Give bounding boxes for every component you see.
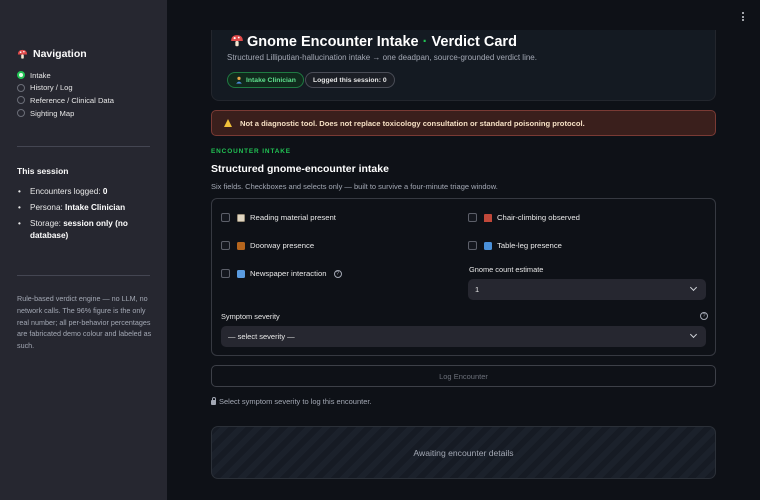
radio-icon — [17, 96, 25, 105]
page-title: Gnome Encounter Intake · Verdict Card — [230, 34, 517, 50]
checkbox-reading-material[interactable]: Reading material present — [221, 213, 336, 222]
session-list: Encounters logged: 0 Persona: Intake Cli… — [17, 186, 157, 246]
checkbox-newspaper[interactable]: Newspaper interaction ? — [221, 269, 342, 278]
warning-text: Not a diagnostic tool. Does not replace … — [240, 118, 585, 128]
checkbox-icon[interactable] — [221, 241, 230, 250]
nav-radio-group: Intake History / Log Reference / Clinica… — [17, 69, 114, 119]
await-text: Awaiting encounter details — [413, 447, 514, 458]
nav-item-sighting-map[interactable]: Sighting Map — [17, 107, 114, 120]
checkbox-icon[interactable] — [221, 269, 230, 278]
sidebar-divider — [17, 275, 150, 276]
gnome-count-select[interactable]: 1 — [468, 279, 706, 300]
checkbox-table-leg[interactable]: Table-leg presence — [468, 241, 562, 250]
chevron-down-icon — [689, 283, 698, 292]
lock-note: Select symptom severity to log this enco… — [211, 397, 372, 406]
nav-item-label: Sighting Map — [30, 108, 75, 118]
hero-card: Gnome Encounter Intake · Verdict Card St… — [211, 30, 716, 101]
intake-form: Reading material present Doorway presenc… — [211, 198, 716, 356]
page-subtitle: Structured Lilliputian-hallucination int… — [227, 53, 537, 62]
help-icon[interactable]: ? — [333, 269, 342, 278]
checkbox-icon[interactable] — [468, 241, 477, 250]
severity-select[interactable]: — select severity — — [221, 326, 706, 347]
help-icon[interactable]: ? — [700, 312, 708, 320]
logged-count-chip: Logged this session: 0 — [305, 72, 395, 88]
radio-icon — [17, 109, 25, 118]
warning-banner: Not a diagnostic tool. Does not replace … — [211, 110, 716, 136]
log-encounter-button[interactable]: Log Encounter — [211, 365, 716, 387]
chevron-down-icon — [689, 330, 698, 339]
checkbox-icon[interactable] — [221, 213, 230, 222]
nav-item-label: History / Log — [30, 83, 73, 93]
nav-title-label: Navigation — [33, 48, 87, 60]
checkbox-doorway[interactable]: Doorway presence — [221, 241, 314, 250]
checkbox-chair-climbing[interactable]: Chair-climbing observed — [468, 213, 580, 222]
persona-chip: Intake Clinician — [227, 72, 304, 88]
nav-title: Navigation — [17, 48, 87, 60]
sidebar-divider — [17, 146, 150, 147]
gnome-count-label: Gnome count estimate — [469, 265, 544, 274]
mushroom-icon — [231, 35, 243, 47]
nav-item-intake[interactable]: Intake — [17, 69, 114, 82]
verdict-placeholder: Awaiting encounter details — [211, 426, 716, 479]
section-subtitle: Six fields. Checkboxes and selects only … — [211, 182, 498, 191]
section-label: ENCOUNTER INTAKE — [211, 148, 291, 155]
session-item-storage: Storage: session only (no database) — [17, 218, 157, 242]
radio-icon — [17, 83, 25, 92]
newspaper-icon — [237, 213, 245, 222]
book-icon — [237, 269, 245, 278]
severity-label: Symptom severity — [221, 312, 280, 321]
sidebar-footnote: Rule-based verdict engine — no LLM, no n… — [17, 294, 152, 351]
chair-icon — [484, 213, 492, 222]
nav-item-reference[interactable]: Reference / Clinical Data — [17, 94, 114, 107]
radio-selected-icon — [17, 71, 25, 80]
main-menu-icon[interactable] — [740, 12, 746, 22]
session-item-persona: Persona: Intake Clinician — [17, 202, 157, 214]
checkbox-icon[interactable] — [468, 213, 477, 222]
nav-item-history[interactable]: History / Log — [17, 82, 114, 95]
mushroom-icon — [17, 49, 28, 59]
nav-item-label: Reference / Clinical Data — [30, 95, 114, 105]
sidebar: Navigation Intake History / Log Referenc… — [0, 0, 167, 500]
section-title: Structured gnome-encounter intake — [211, 163, 389, 175]
nav-item-label: Intake — [30, 70, 51, 80]
table-icon — [484, 241, 492, 250]
lock-icon — [211, 397, 216, 405]
session-title: This session — [17, 166, 69, 176]
warning-icon — [224, 119, 232, 127]
door-icon — [237, 241, 245, 250]
session-item-encounters: Encounters logged: 0 — [17, 186, 157, 198]
person-icon — [236, 76, 242, 84]
